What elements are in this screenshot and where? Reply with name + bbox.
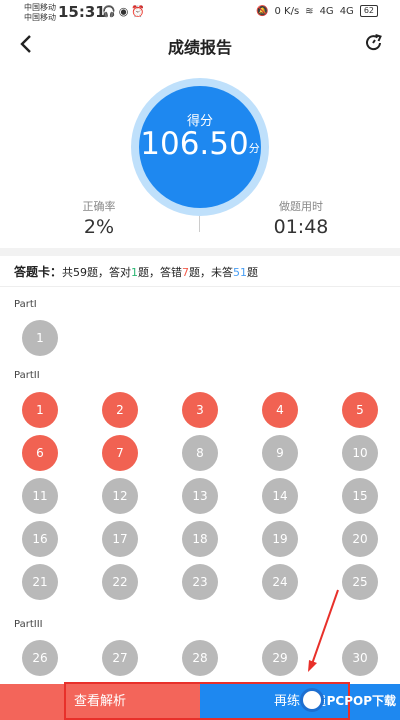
unanswered-count: 51 [233,266,248,279]
question-button[interactable]: 21 [22,564,58,600]
question-button[interactable]: 10 [342,435,378,471]
watermark-text: PCPOP下载 [326,693,396,708]
mute-icon: 🔕 [256,5,269,17]
question-button[interactable]: 6 [22,435,58,471]
accuracy-value: 2% [83,216,115,238]
question-button[interactable]: 4 [262,392,298,428]
accuracy-stat: 正确率 2% [24,198,174,238]
time-label: 做题用时 [279,200,323,213]
part-label-1: PartI [14,299,37,310]
carrier-info: 中国移动 中国移动 [24,3,56,23]
question-button[interactable]: 23 [182,564,218,600]
wifi-icon: ≋ [305,5,314,17]
wrong-count: 7 [182,266,190,279]
question-button[interactable]: 22 [102,564,138,600]
carrier-1: 中国移动 [24,3,56,12]
question-button[interactable]: 20 [342,521,378,557]
eye-icon: ◉ [118,5,132,18]
accuracy-label: 正确率 [82,200,116,213]
watermark-logo-icon [299,688,324,712]
question-button[interactable]: 27 [102,640,138,676]
question-button[interactable]: 1 [22,392,58,428]
summary-correct-pre: 答对 [109,266,132,279]
summary-unanswered-pre: 未答 [211,266,234,279]
question-button[interactable]: 26 [22,640,58,676]
score-value: 106.50 [140,126,249,162]
question-button[interactable]: 24 [262,564,298,600]
network-speed: 0 K/s [274,5,300,17]
question-button[interactable]: 2 [102,392,138,428]
battery-icon: 62 [359,5,378,17]
question-button[interactable]: 30 [342,640,378,676]
answer-card-heading: 答题卡： [14,265,63,279]
app-header: 成绩报告 [0,26,400,62]
summary-divider [0,286,400,287]
question-button[interactable]: 28 [182,640,218,676]
signal-2: 4G [339,5,354,17]
question-button[interactable]: 11 [22,478,58,514]
score-circle: 得分 106.50分 [139,86,261,208]
carrier-2: 中国移动 [24,13,56,22]
summary-wrong-post: 题， [189,266,212,279]
summary-wrong-pre: 答错 [160,266,183,279]
question-button[interactable]: 29 [262,640,298,676]
question-button[interactable]: 19 [262,521,298,557]
question-button[interactable]: 8 [182,435,218,471]
answer-card-summary: 答题卡：共59题，答对1题，答错7题，未答51题 [14,263,258,280]
redo-button[interactable] [360,28,388,58]
summary-unanswered-post: 题 [247,266,259,279]
status-right: 🔕 0 K/s ≋ 4G 4G 62 [256,5,378,17]
status-time: 15:31 [58,3,106,21]
correct-count: 1 [131,266,139,279]
question-button[interactable]: 15 [342,478,378,514]
refresh-icon [366,34,382,51]
stats-divider [199,216,200,232]
alarm-icon: ⏰ [131,5,149,18]
question-button[interactable]: 7 [102,435,138,471]
question-button[interactable]: 13 [182,478,218,514]
question-button[interactable]: 18 [182,521,218,557]
question-button[interactable]: 14 [262,478,298,514]
summary-total: 共59题， [62,266,110,279]
status-bar: 中国移动 中国移动 15:31 🎧◉⏰ 🔕 0 K/s ≋ 4G 4G 62 [0,0,400,26]
headset-icon: 🎧 [102,5,119,18]
part-label-2: PartII [14,370,40,381]
score-value-line: 106.50分 [119,126,281,162]
question-button[interactable]: 9 [262,435,298,471]
question-button[interactable]: 25 [342,564,378,600]
question-button[interactable]: 3 [182,392,218,428]
question-button[interactable]: 16 [22,521,58,557]
score-unit: 分 [248,142,260,155]
question-button[interactable]: 12 [102,478,138,514]
section-gap [0,248,400,256]
question-button[interactable]: 5 [342,392,378,428]
part-label-3: PartIII [14,619,43,630]
question-button[interactable]: 17 [102,521,138,557]
status-left-icons: 🎧◉⏰ [102,5,148,18]
score-ring: 得分 106.50分 [131,78,269,216]
summary-correct-post: 题， [138,266,161,279]
watermark: PCPOP下载 [299,688,396,712]
view-analysis-button[interactable]: 查看解析 [0,684,200,720]
time-stat: 做题用时 01:48 [226,198,376,238]
signal-1: 4G [319,5,334,17]
question-button[interactable]: 1 [22,320,58,356]
page-title: 成绩报告 [167,38,232,57]
time-value: 01:48 [273,216,329,238]
